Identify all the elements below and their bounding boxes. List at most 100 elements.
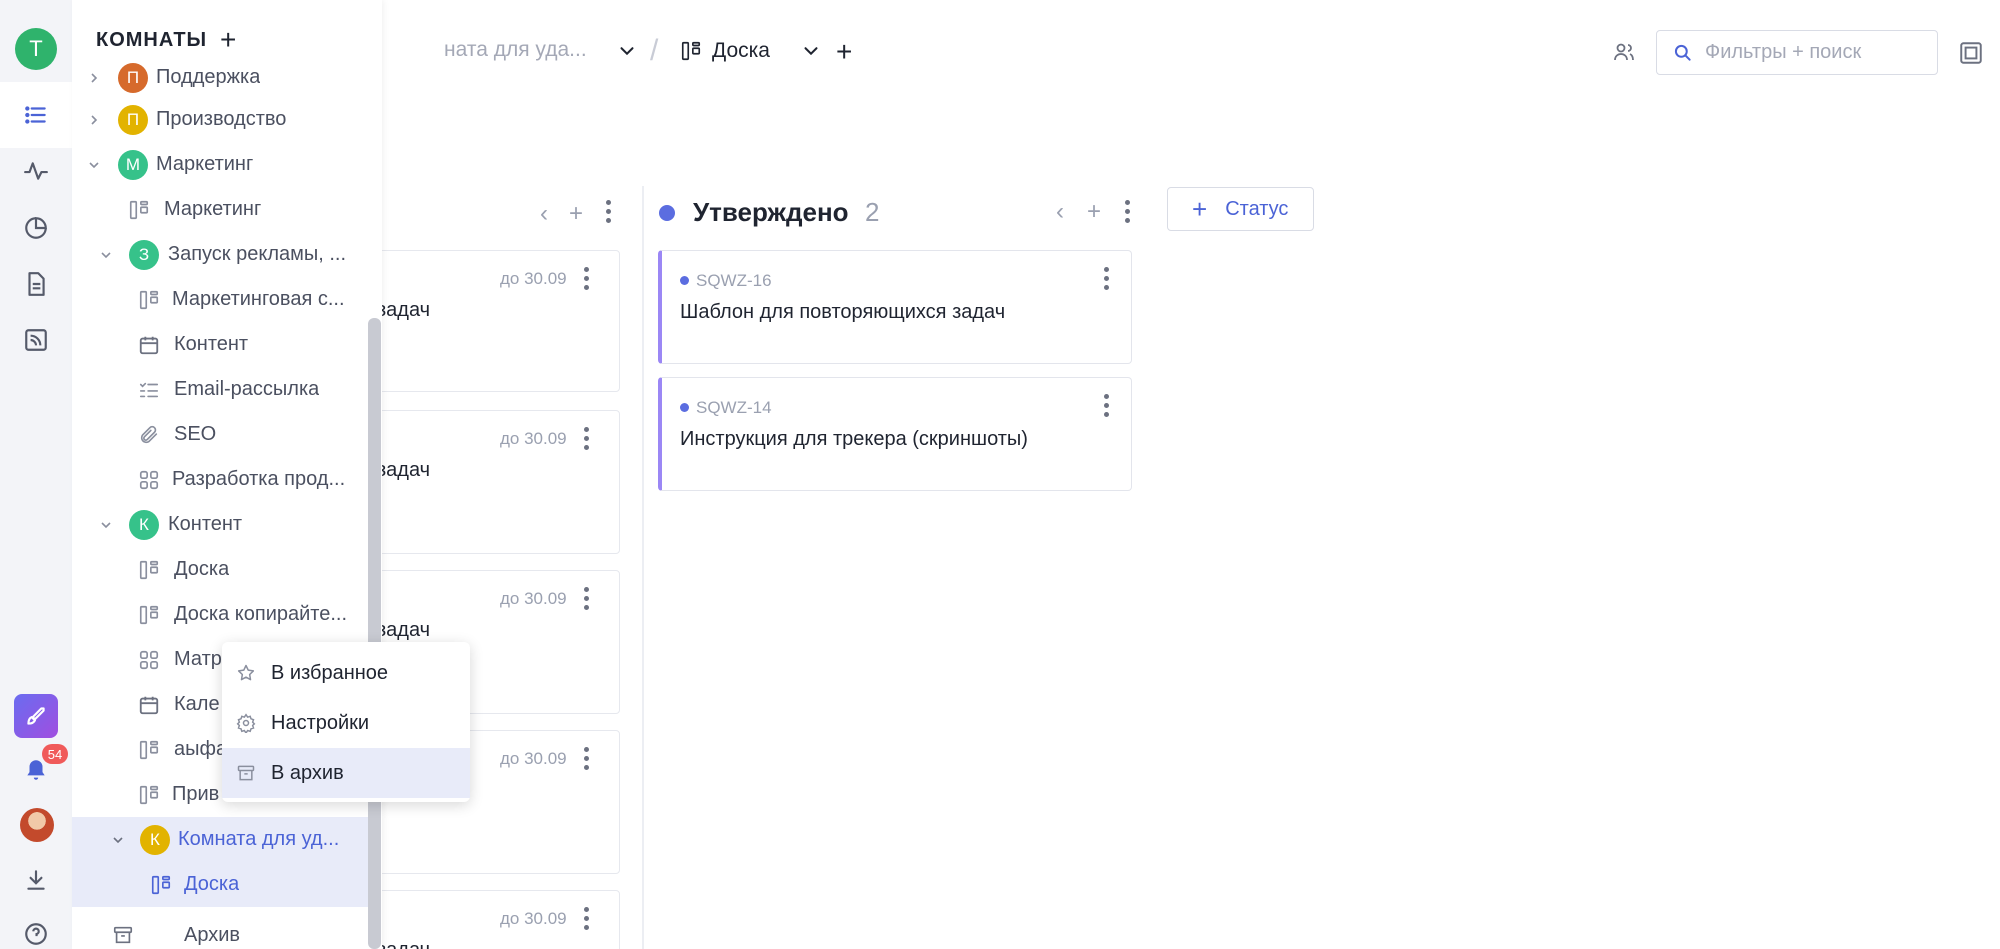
menu-item-label: В избранное	[271, 661, 389, 684]
checklist-icon	[139, 382, 159, 397]
column-menu-icon[interactable]	[605, 200, 611, 226]
user-avatar[interactable]	[20, 808, 54, 842]
activity-icon[interactable]	[20, 155, 52, 187]
add-task-button[interactable]: +	[1087, 198, 1101, 226]
help-icon[interactable]	[20, 918, 52, 949]
sidebar-archive-label: Архив	[184, 924, 241, 946]
sidebar-item-room[interactable]: П Производство	[72, 97, 372, 142]
chevron-down-icon[interactable]	[800, 40, 822, 62]
status-dot	[659, 205, 675, 221]
card-title: задач	[377, 459, 431, 481]
users-icon[interactable]	[1612, 40, 1636, 64]
chevron-right-icon[interactable]	[86, 70, 102, 86]
chevron-down-icon[interactable]	[110, 832, 126, 848]
chevron-down-icon[interactable]	[98, 247, 114, 263]
sidebar-item-board[interactable]: Маркетинг	[72, 187, 372, 232]
sidebar-item-label: Прив	[172, 783, 220, 805]
sidebar-item-board[interactable]: Доска копирайте...	[72, 592, 372, 637]
task-card[interactable]: до 30.09 задач	[376, 250, 620, 392]
search-box[interactable]	[1656, 30, 1938, 75]
board-icon	[139, 785, 159, 804]
sidebar-item-label: Контент	[168, 513, 243, 535]
column-count: 2	[865, 197, 880, 227]
breadcrumb-board[interactable]: Доска	[712, 39, 770, 63]
rooms-sidebar: КОМНАТЫ + П Поддержка П Производство М М…	[72, 0, 382, 949]
workspace-avatar[interactable]: Т	[15, 28, 57, 70]
collapse-column-button[interactable]: ‹	[540, 200, 548, 228]
sidebar-item-matrix[interactable]: Разработка прод...	[72, 457, 372, 502]
layout-icon[interactable]	[1958, 40, 1984, 66]
sidebar-item-label: SEO	[174, 423, 217, 445]
rocket-icon[interactable]	[14, 694, 58, 738]
add-status-button[interactable]: + Статус	[1167, 187, 1314, 231]
menu-item-archive[interactable]: В архив	[222, 748, 470, 798]
sidebar-item-label: Email-рассылка	[174, 378, 320, 400]
card-title: Шаблон для повторяющихся задач	[680, 301, 1006, 323]
sidebar-item-room[interactable]: П Поддержка	[72, 55, 372, 100]
card-title: задач	[377, 939, 430, 949]
context-menu: В избранное Настройки В архив	[222, 642, 470, 802]
sidebar-item-room[interactable]: М Маркетинг	[72, 142, 372, 187]
add-task-button[interactable]: +	[569, 200, 583, 228]
board-icon	[139, 740, 159, 759]
sidebar-archive-link[interactable]: Архив	[184, 924, 240, 947]
task-card[interactable]: SQWZ-16 Шаблон для повторяющихся задач	[658, 250, 1132, 364]
sidebar-item-label: Кале	[174, 693, 220, 715]
sidebar-item-room[interactable]: К Комната для уд...	[72, 817, 372, 862]
sidebar-item-board[interactable]: Доска	[72, 547, 372, 592]
board-icon	[681, 41, 701, 61]
task-card[interactable]: до 30.09 задач	[376, 410, 620, 554]
due-date: до 30.09	[500, 429, 567, 448]
search-input[interactable]	[1705, 41, 1925, 64]
due-date: до 30.09	[500, 589, 567, 608]
card-menu-icon[interactable]	[1103, 394, 1109, 420]
matrix-icon	[139, 650, 159, 669]
board-icon	[139, 560, 159, 579]
due-date: до 30.09	[500, 909, 567, 928]
card-menu-icon[interactable]	[583, 747, 589, 773]
breadcrumb-room[interactable]: ната для уда...	[444, 38, 587, 62]
add-view-button[interactable]: +	[836, 36, 852, 68]
menu-item-label: В архив	[271, 761, 344, 784]
notification-badge: 54	[42, 744, 68, 764]
card-menu-icon[interactable]	[583, 587, 589, 613]
list-icon[interactable]	[20, 99, 52, 131]
card-menu-icon[interactable]	[583, 427, 589, 453]
sidebar-item-label: Матр	[174, 648, 222, 670]
menu-item-settings[interactable]: Настройки	[222, 698, 470, 748]
pie-chart-icon[interactable]	[20, 212, 52, 244]
sidebar-item-board[interactable]: Маркетинговая с...	[72, 277, 372, 322]
card-menu-icon[interactable]	[583, 907, 589, 933]
task-card[interactable]: до 30.09 задач	[376, 890, 620, 949]
sidebar-item-label: Доска	[184, 873, 240, 895]
column-menu-icon[interactable]	[1124, 200, 1130, 226]
chevron-right-icon[interactable]	[86, 112, 102, 128]
card-menu-icon[interactable]	[1103, 267, 1109, 293]
add-room-button[interactable]: +	[220, 24, 236, 56]
sidebar-item-docs[interactable]: SEO	[72, 412, 372, 457]
collapse-column-button[interactable]: ‹	[1056, 198, 1064, 226]
sidebar-item-label: Маркетинг	[156, 153, 254, 175]
chevron-down-icon[interactable]	[98, 517, 114, 533]
chevron-down-icon[interactable]	[616, 40, 638, 62]
icon-rail: Т 54	[0, 0, 72, 949]
menu-item-favorite[interactable]: В избранное	[222, 648, 470, 698]
breadcrumb-separator: /	[650, 34, 659, 67]
chevron-down-icon[interactable]	[86, 157, 102, 173]
sidebar-item-board[interactable]: Доска	[72, 862, 372, 907]
task-card[interactable]: SQWZ-14 Инструкция для трекера (скриншот…	[658, 377, 1132, 491]
due-date: до 30.09	[500, 749, 567, 768]
star-icon	[237, 664, 255, 681]
board-icon	[129, 200, 149, 219]
sidebar-scrollbar[interactable]	[368, 318, 381, 949]
card-menu-icon[interactable]	[583, 267, 589, 293]
sidebar-item-calendar[interactable]: Контент	[72, 322, 372, 367]
feed-icon[interactable]	[20, 324, 52, 356]
sidebar-item-room[interactable]: З Запуск рекламы, ...	[72, 232, 372, 277]
sidebar-item-room[interactable]: К Контент	[72, 502, 372, 547]
menu-item-label: Настройки	[271, 711, 370, 734]
sidebar-item-label: Контент	[174, 333, 249, 355]
download-icon[interactable]	[20, 864, 52, 896]
sidebar-item-list[interactable]: Email-рассылка	[72, 367, 372, 412]
document-icon[interactable]	[20, 268, 52, 300]
